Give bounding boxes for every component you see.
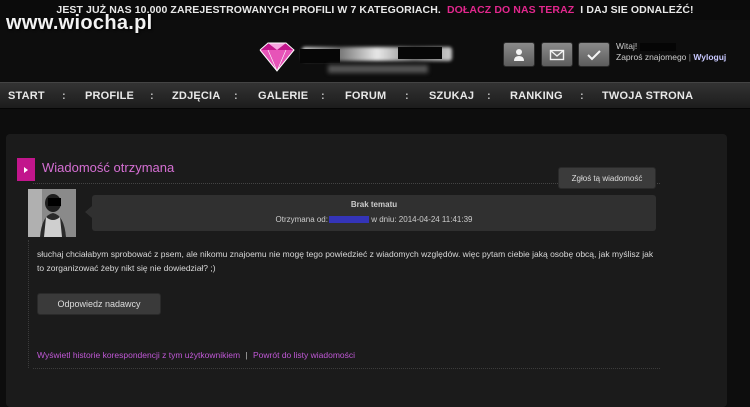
checkmark-icon — [587, 49, 601, 60]
message-subject: Brak tematu — [350, 200, 398, 209]
link-separator: | — [688, 52, 691, 62]
censor-bar — [300, 49, 340, 63]
join-now-link[interactable]: DOŁACZ DO NAS TERAZ — [447, 4, 574, 16]
bottom-links: Wyświetl historie korespondencji z tym u… — [37, 349, 355, 361]
nav-separator: : — [405, 90, 409, 102]
nav-separator: : — [580, 90, 584, 102]
correspondence-history-link[interactable]: Wyświetl historie korespondencji z tym u… — [37, 350, 240, 360]
nav-separator: : — [62, 90, 66, 102]
censored-username — [639, 42, 676, 51]
user-icon — [514, 48, 524, 61]
report-message-button[interactable]: Zgłoś tą wiadomość — [558, 167, 656, 189]
sender-photo — [28, 189, 76, 237]
message-meta: Otrzymana od: w dniu: 2014-04-24 11:41:3… — [92, 214, 656, 225]
site-tagline-blurred — [328, 65, 428, 73]
back-to-messages-link[interactable]: Powrót do listy wiadomości — [253, 350, 355, 360]
link-separator: | — [245, 350, 248, 360]
user-welcome: Witaj! Zaproś znajomego | Wyloguj — [616, 41, 726, 63]
message-header: Brak tematu Otrzymana od: w dniu: 2014-0… — [85, 195, 656, 231]
censored-sender-name[interactable] — [328, 216, 369, 224]
confirm-button[interactable] — [578, 42, 610, 67]
nav-separator: : — [150, 90, 154, 102]
nav-item-forum[interactable]: FORUM — [345, 83, 386, 109]
messages-button[interactable] — [541, 42, 573, 67]
nav-item-your-page[interactable]: TWOJA STRONA — [602, 83, 693, 109]
mail-icon — [549, 49, 565, 60]
censor-bar — [398, 47, 442, 59]
logout-link[interactable]: Wyloguj — [693, 52, 726, 62]
nav-separator: : — [234, 90, 238, 102]
message-body: słuchaj chciałabym sprobować z psem, ale… — [37, 249, 654, 273]
page-title: Wiadomość otrzymana — [42, 160, 175, 175]
nav-item-profile[interactable]: PROFILE — [85, 83, 134, 109]
divider — [33, 368, 660, 369]
announcement-text-end: I DAJ SIE ODNALEŹĆ! — [580, 4, 694, 16]
nav-item-photos[interactable]: ZDJĘCIA — [172, 83, 220, 109]
nav-item-search[interactable]: SZUKAJ — [429, 83, 474, 109]
invite-friend-link[interactable]: Zaproś znajomego — [616, 52, 686, 62]
site-logo[interactable] — [256, 37, 456, 79]
sender-avatar[interactable] — [28, 189, 76, 237]
received-date: w dniu: 2014-04-24 11:41:39 — [371, 215, 473, 224]
title-arrow-icon — [17, 158, 35, 181]
diamond-logo-icon — [259, 42, 295, 72]
watermark: www.wiocha.pl — [6, 12, 153, 34]
nav-separator: : — [487, 90, 491, 102]
received-from-label: Otrzymana od: — [275, 215, 328, 224]
nav-item-start[interactable]: START — [8, 83, 45, 109]
nav-separator: : — [321, 90, 325, 102]
main-nav: START : PROFILE : ZDJĘCIA : GALERIE : FO… — [0, 82, 750, 109]
welcome-label: Witaj! — [616, 41, 638, 51]
nav-item-ranking[interactable]: RANKING — [510, 83, 563, 109]
reply-button[interactable]: Odpowiedz nadawcy — [37, 293, 161, 315]
divider — [28, 240, 29, 368]
profile-button[interactable] — [503, 42, 535, 67]
nav-item-galleries[interactable]: GALERIE — [258, 83, 308, 109]
